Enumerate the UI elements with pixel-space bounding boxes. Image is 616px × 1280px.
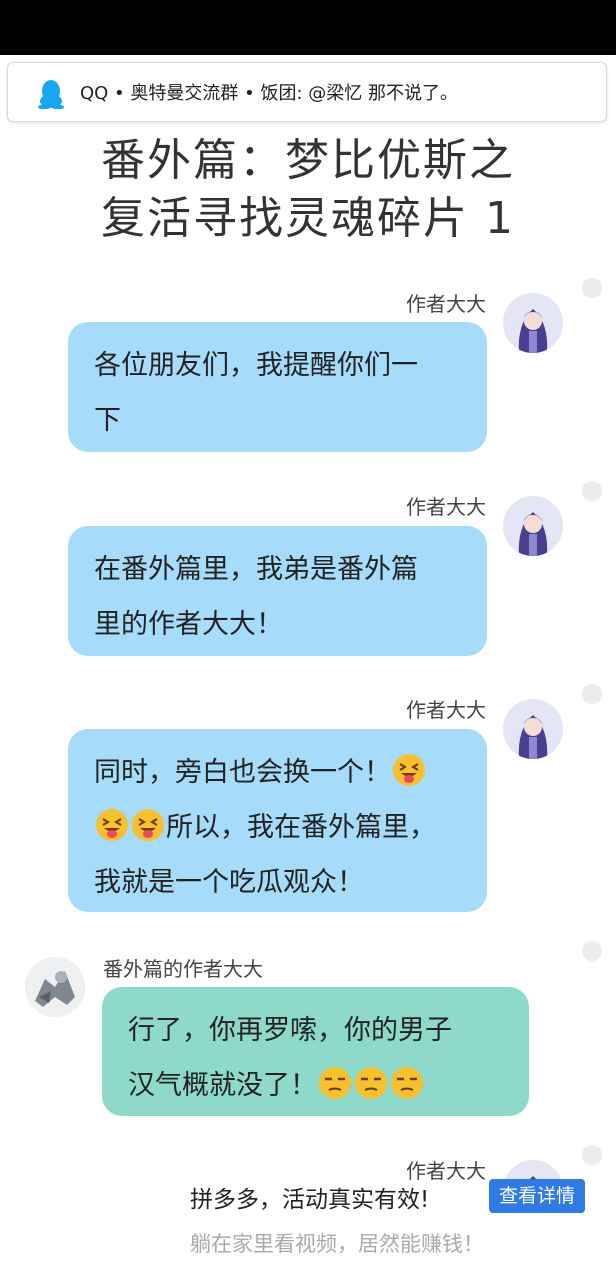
qq-penguin-icon	[38, 80, 64, 109]
author-avatar[interactable]	[503, 293, 563, 353]
message-line: 下	[94, 405, 121, 436]
ad-title[interactable]: 拼多多，活动真实有效!	[190, 1180, 429, 1214]
author-avatar[interactable]	[503, 699, 563, 759]
message-text: 汉气概就没了！	[128, 1070, 317, 1101]
tongue-out-emoji-icon	[393, 754, 425, 786]
message-line: 各位朋友们，我提醒你们一	[94, 350, 418, 381]
ad-subtitle[interactable]: 躺在家里看视频，居然能赚钱！	[190, 1228, 484, 1258]
chat-bubble[interactable]: 同时，旁白也会换一个！ 所以，我在番外篇里， 我就是一个吃瓜观众！	[68, 729, 487, 912]
chat-bubble[interactable]: 在番外篇里，我弟是番外篇 里的作者大大！	[68, 526, 487, 656]
message-text: 我就是一个吃瓜观众！	[94, 867, 364, 898]
message-select-dot[interactable]	[582, 278, 602, 298]
sender-name: 作者大大	[406, 292, 486, 316]
author-avatar[interactable]	[503, 496, 563, 556]
message-select-dot[interactable]	[582, 481, 602, 501]
view-details-button[interactable]: 查看详情	[489, 1179, 585, 1213]
sender-name: 作者大大	[406, 495, 486, 519]
sender-name: 作者大大	[406, 698, 486, 722]
chat-bubble[interactable]: 行了，你再罗嗦，你的男子 汉气概就没了！	[102, 987, 529, 1116]
story-title: 番外篇：梦比优斯之 复活寻找灵魂碎片 1	[0, 132, 616, 248]
sender-name: 番外篇的作者大大	[103, 957, 263, 981]
other-avatar[interactable]	[25, 957, 85, 1017]
message-select-dot[interactable]	[582, 684, 602, 704]
message-select-dot[interactable]	[582, 1145, 602, 1165]
status-bar	[0, 0, 616, 55]
tongue-out-emoji-icon	[132, 809, 164, 841]
title-line-1: 番外篇：梦比优斯之	[101, 135, 515, 186]
message-select-dot[interactable]	[582, 941, 602, 961]
tongue-out-emoji-icon	[96, 809, 128, 841]
unamused-emoji-icon	[355, 1067, 387, 1099]
notification-text: QQ • 奥特曼交流群 • 饭团: @梁忆 那不说了。	[80, 83, 458, 104]
notification-banner[interactable]: QQ • 奥特曼交流群 • 饭团: @梁忆 那不说了。	[7, 62, 607, 122]
message-line: 里的作者大大！	[94, 609, 283, 640]
unamused-emoji-icon	[391, 1067, 423, 1099]
message-line: 在番外篇里，我弟是番外篇	[94, 554, 418, 585]
message-text: 行了，你再罗嗦，你的男子	[128, 1015, 452, 1046]
title-line-2: 复活寻找灵魂碎片 1	[101, 193, 515, 244]
message-text: 同时，旁白也会换一个！	[94, 757, 391, 788]
unamused-emoji-icon	[319, 1067, 351, 1099]
message-text: 所以，我在番外篇里，	[166, 812, 436, 843]
chat-bubble[interactable]: 各位朋友们，我提醒你们一 下	[68, 322, 487, 452]
